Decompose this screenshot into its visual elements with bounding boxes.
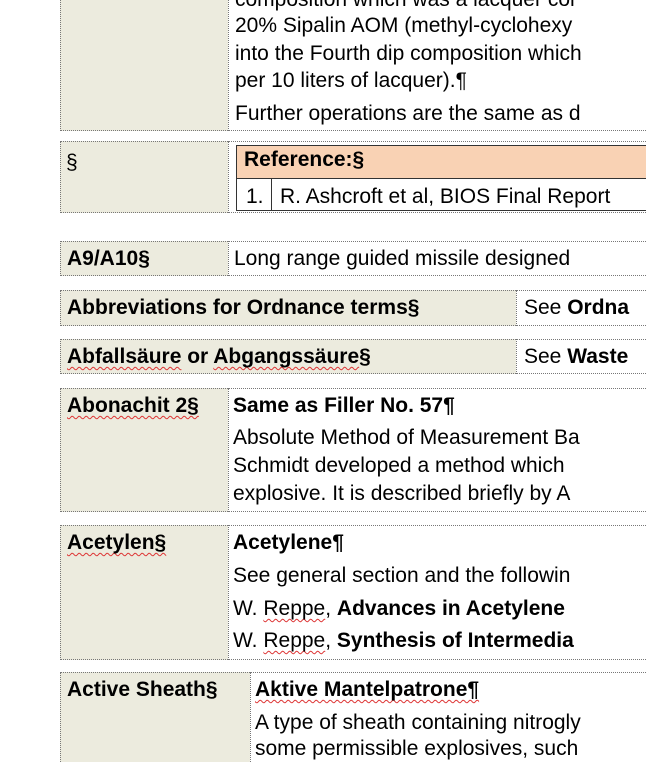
entry-line-2: some permissible explosives, such bbox=[255, 737, 579, 760]
entry-active-sheath: Active Sheath§ Aktive Mantelpatrone¶ A t… bbox=[60, 672, 646, 762]
entry-a9: A9/A10§ Long range guided missile design… bbox=[60, 241, 646, 276]
entry-term: Abbreviations for Ordnance terms§ bbox=[67, 296, 420, 319]
term-cell bbox=[60, 0, 228, 131]
entry-title: Aktive Mantelpatrone¶ bbox=[255, 678, 480, 701]
reference-num-divider bbox=[271, 179, 272, 211]
top-line-2: 20% Sipalin AOM (methyl-cyclohexy bbox=[235, 14, 573, 37]
references-term: § bbox=[66, 151, 78, 174]
entry-line-1: Absolute Method of Measurement Ba bbox=[233, 426, 580, 449]
entry-line-2: Schmidt developed a method which bbox=[233, 454, 565, 477]
entry-term: Abfallsäure or Abgangssäure§ bbox=[67, 345, 371, 368]
reference-header: Reference:§ bbox=[244, 148, 365, 171]
entry-abonachit: Abonachit 2§ Same as Filler No. 57¶ Abso… bbox=[60, 388, 646, 512]
entry-line-1: See general section and the followin bbox=[233, 564, 571, 587]
entry-line-3: W. Reppe, Synthesis of Intermedia bbox=[233, 629, 574, 652]
entry-abfallsaure: Abfallsäure or Abgangssäure§ See Waste bbox=[60, 339, 646, 374]
entry-term: Acetylen§ bbox=[67, 531, 167, 554]
term-cell bbox=[60, 141, 228, 213]
entry-line-2: W. Reppe, Advances in Acetylene bbox=[233, 597, 565, 620]
reference-text: R. Ashcroft et al, BIOS Final Report bbox=[280, 185, 611, 208]
entry-acetylen: Acetylen§ Acetylene¶ See general section… bbox=[60, 525, 646, 660]
references-block: § Reference:§ 1. R. Ashcroft et al, BIOS… bbox=[60, 141, 646, 213]
entry-title: Same as Filler No. 57¶ bbox=[233, 394, 455, 417]
see-reference: Ordna bbox=[567, 296, 630, 319]
entry-line-1: A type of sheath containing nitrogly bbox=[255, 711, 581, 734]
top-line-3: into the Fourth dip composition which bbox=[235, 42, 582, 65]
reference-num: 1. bbox=[246, 185, 264, 208]
entry-see: See Ordna bbox=[524, 296, 630, 319]
entry-term: A9/A10§ bbox=[67, 247, 150, 270]
entry-term: Abonachit 2§ bbox=[67, 394, 199, 417]
entry-see: See Waste bbox=[524, 345, 629, 368]
see-reference: Waste bbox=[567, 345, 629, 368]
entry-title: Acetylene¶ bbox=[233, 531, 344, 554]
entry-top-block: composition which was a lacquer cor 20% … bbox=[60, 0, 646, 131]
entry-abbreviations: Abbreviations for Ordnance terms§ See Or… bbox=[60, 290, 646, 326]
entry-text: Long range guided missile designed bbox=[234, 247, 571, 270]
entry-term: Active Sheath§ bbox=[67, 678, 218, 701]
entry-line-3: explosive. It is described briefly by A bbox=[233, 482, 571, 505]
top-line-5: Further operations are the same as d bbox=[235, 102, 581, 125]
top-line-4: per 10 liters of lacquer).¶ bbox=[235, 69, 467, 92]
